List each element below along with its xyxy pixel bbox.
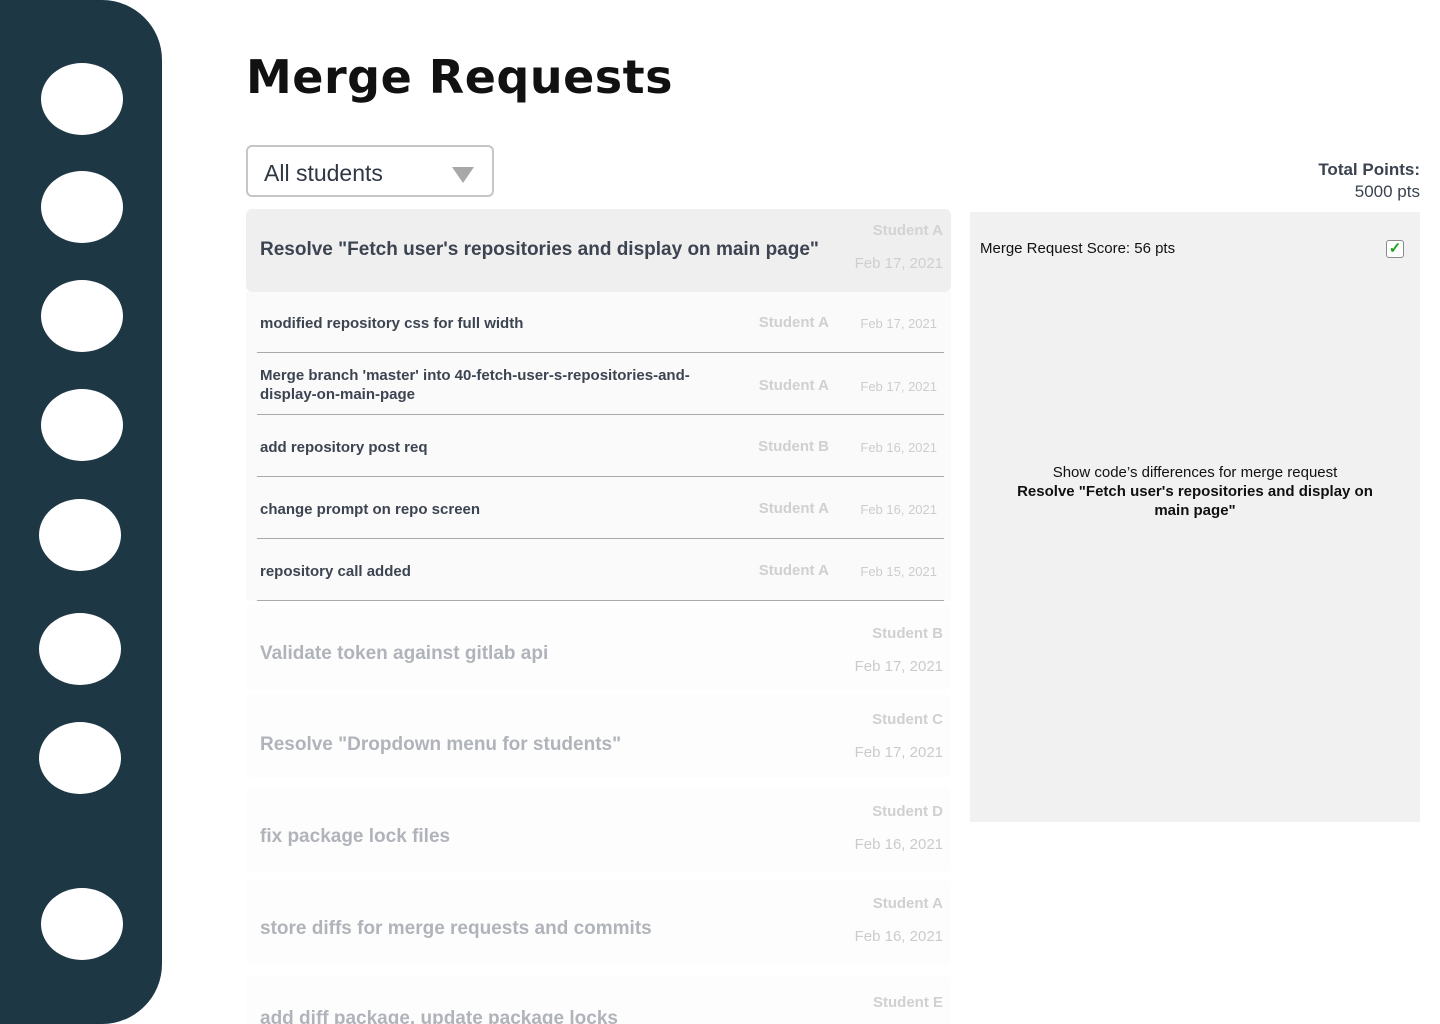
total-points-label: Total Points: — [1318, 160, 1420, 179]
diff-panel: Merge Request Score: 56 pts ✓ Show code’… — [970, 212, 1420, 822]
commit-row[interactable]: modified repository css for full width S… — [257, 292, 944, 353]
commit-title: modified repository css for full width — [260, 315, 524, 332]
nav-icon-6[interactable] — [39, 613, 121, 685]
diff-merge-request-title: Resolve "Fetch user's repositories and d… — [1017, 483, 1373, 519]
sidebar — [0, 0, 162, 1024]
total-points: Total Points: 5000 pts — [1318, 160, 1420, 202]
commit-student: Student A — [758, 314, 829, 331]
merge-request-date: Feb 17, 2021 — [854, 658, 943, 675]
student-filter-dropdown[interactable]: All students — [246, 145, 494, 197]
merge-request-date: Feb 17, 2021 — [854, 744, 943, 761]
commit-student: Student A — [758, 377, 829, 394]
merge-request-student: Student B — [872, 625, 943, 642]
nav-icon-8[interactable] — [41, 888, 123, 960]
merge-request-title: fix package lock files — [260, 826, 451, 847]
commit-title: add repository post req — [260, 439, 428, 456]
commit-date: Feb 17, 2021 — [860, 316, 937, 331]
commit-row[interactable]: Merge branch 'master' into 40-fetch-user… — [257, 354, 944, 415]
merge-request-item[interactable]: add diff package, update package locks S… — [246, 976, 951, 1024]
merge-request-item[interactable]: Resolve "Dropdown menu for students" Stu… — [246, 694, 951, 778]
commit-student: Student A — [758, 562, 829, 579]
commit-list: modified repository css for full width S… — [246, 292, 951, 601]
nav-icon-5[interactable] — [39, 499, 121, 571]
commit-date: Feb 17, 2021 — [860, 379, 937, 394]
commit-title: change prompt on repo screen — [260, 501, 481, 518]
nav-icon-1[interactable] — [41, 63, 123, 135]
page-title: Merge Requests — [246, 50, 674, 104]
total-points-value: 5000 pts — [1354, 182, 1420, 201]
merge-request-student: Student C — [872, 711, 943, 728]
merge-request-item[interactable]: Validate token against gitlab api Studen… — [246, 605, 951, 689]
nav-icon-7[interactable] — [39, 722, 121, 794]
merge-request-date: Feb 16, 2021 — [854, 928, 943, 945]
merge-request-student: Student D — [872, 803, 943, 820]
merge-request-date: Feb 16, 2021 — [854, 836, 943, 853]
merge-request-score: Merge Request Score: 56 pts — [980, 240, 1176, 257]
commit-date: Feb 16, 2021 — [860, 440, 937, 455]
nav-icon-3[interactable] — [41, 280, 123, 352]
commit-student: Student B — [758, 438, 829, 455]
chevron-down-icon — [452, 167, 474, 183]
commit-date: Feb 15, 2021 — [860, 564, 937, 579]
commit-row[interactable]: change prompt on repo screen Student A F… — [257, 478, 944, 539]
merge-request-title: add diff package, update package locks — [260, 1008, 618, 1024]
merge-request-student: Student A — [872, 895, 943, 912]
merge-request-student: Student A — [872, 222, 943, 239]
score-checkbox[interactable]: ✓ — [1386, 240, 1404, 258]
nav-icon-4[interactable] — [41, 389, 123, 461]
merge-request-date: Feb 17, 2021 — [854, 255, 943, 272]
merge-request-item[interactable]: fix package lock files Student D Feb 16,… — [246, 788, 951, 872]
commit-row[interactable]: add repository post req Student B Feb 16… — [257, 416, 944, 477]
nav-icon-2[interactable] — [41, 171, 123, 243]
merge-request-title: store diffs for merge requests and commi… — [260, 918, 652, 939]
merge-request-student: Student E — [873, 994, 943, 1011]
commit-title: repository call added — [260, 563, 411, 580]
diff-message: Show code’s differences for merge reques… — [1052, 464, 1338, 481]
diff-placeholder: Show code’s differences for merge reques… — [1010, 463, 1380, 520]
student-filter-value: All students — [264, 160, 383, 186]
merge-request-item[interactable]: store diffs for merge requests and commi… — [246, 880, 951, 964]
commit-row[interactable]: repository call added Student A Feb 15, … — [257, 540, 944, 601]
commit-date: Feb 16, 2021 — [860, 502, 937, 517]
merge-request-title: Resolve "Fetch user's repositories and d… — [260, 239, 819, 260]
merge-request-title: Resolve "Dropdown menu for students" — [260, 734, 622, 755]
commit-title: Merge branch 'master' into 40-fetch-user… — [260, 367, 690, 403]
commit-student: Student A — [758, 500, 829, 517]
merge-request-item-selected[interactable]: Resolve "Fetch user's repositories and d… — [246, 209, 951, 292]
merge-request-title: Validate token against gitlab api — [260, 643, 549, 664]
